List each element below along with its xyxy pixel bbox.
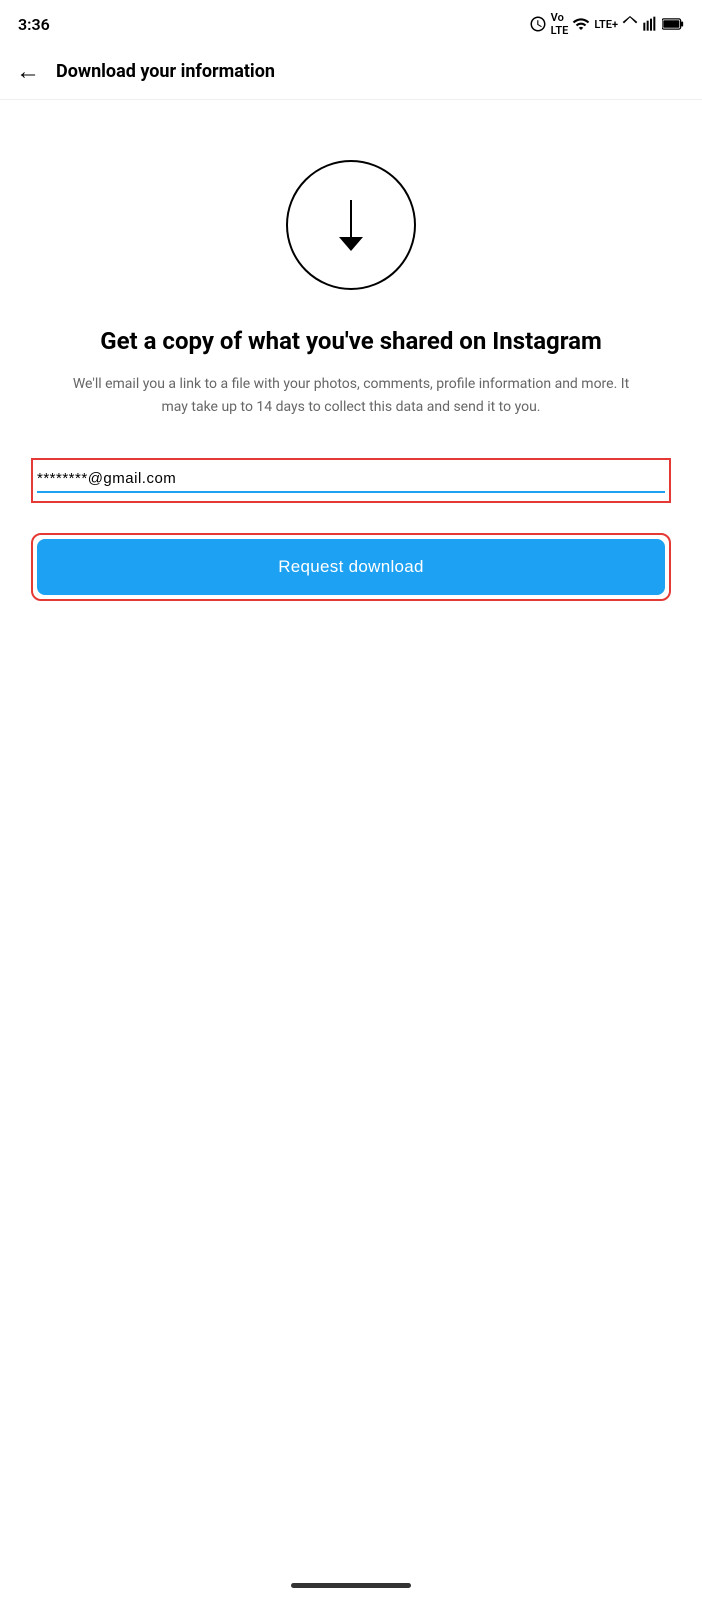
alarm-icon (529, 15, 547, 33)
email-input-wrapper (31, 458, 671, 503)
description-text: We'll email you a link to a file with yo… (71, 373, 631, 418)
back-arrow-icon: ← (16, 57, 40, 86)
page-title: Download your information (56, 61, 275, 82)
download-circle-icon (286, 160, 416, 290)
email-input[interactable] (37, 466, 665, 493)
request-download-button[interactable]: Request download (37, 539, 665, 595)
download-arrow-icon (339, 200, 363, 251)
lte-plus-icon: LTE+ (594, 18, 618, 31)
main-content: Get a copy of what you've shared on Inst… (0, 100, 702, 631)
signal2-icon (642, 16, 658, 32)
signal1-icon (622, 16, 638, 32)
home-indicator (291, 1583, 411, 1588)
battery-icon (662, 17, 684, 31)
main-heading: Get a copy of what you've shared on Inst… (100, 326, 602, 357)
nav-bar: ← Download your information (0, 44, 702, 100)
request-button-wrapper: Request download (31, 533, 671, 601)
email-input-box (31, 458, 671, 503)
status-time: 3:36 (18, 15, 50, 34)
vo-lte-icon: VoLTE (551, 11, 569, 37)
wifi-icon (572, 15, 590, 33)
status-icons: VoLTE LTE+ (529, 11, 684, 37)
back-button[interactable]: ← (16, 57, 40, 86)
status-bar: 3:36 VoLTE LTE+ (0, 0, 702, 44)
